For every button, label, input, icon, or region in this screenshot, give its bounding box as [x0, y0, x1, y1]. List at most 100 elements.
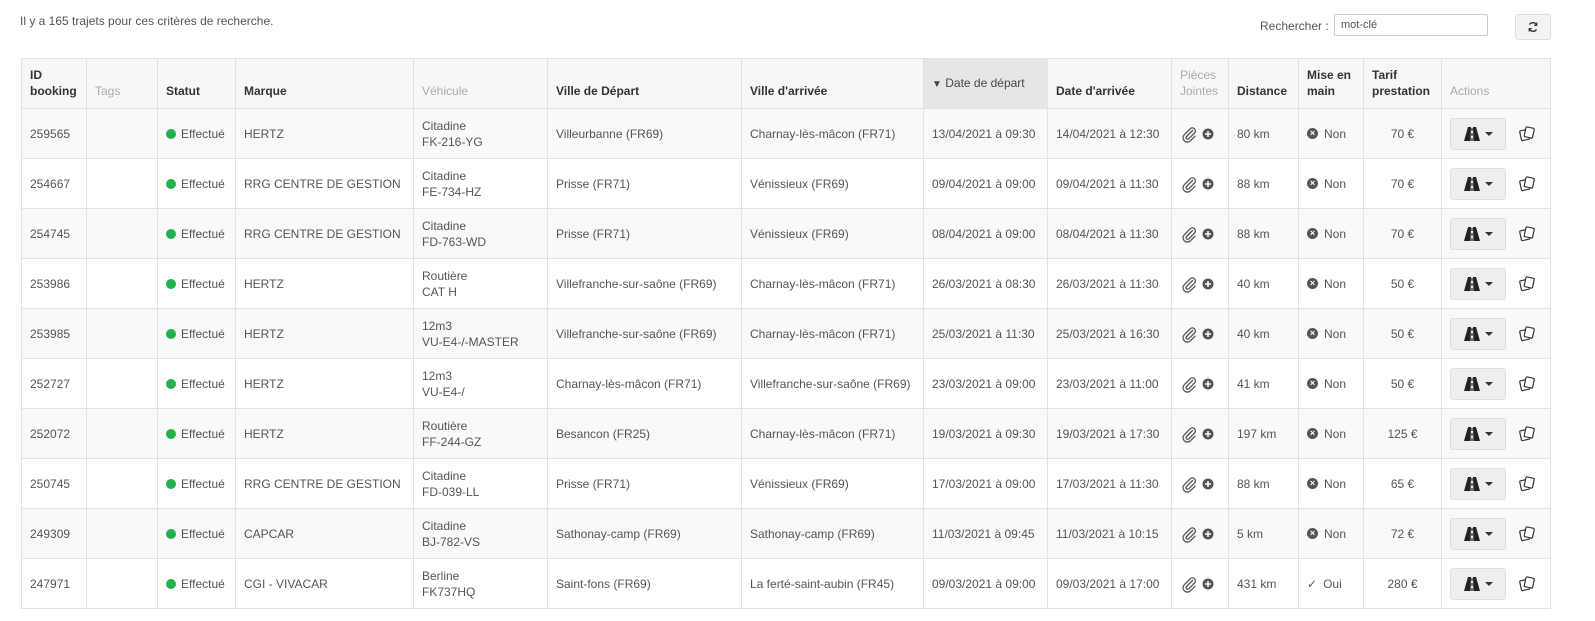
actions-dropdown-button[interactable] [1450, 317, 1506, 350]
paperclip-icon[interactable] [1180, 125, 1198, 143]
actions-dropdown-button[interactable] [1450, 367, 1506, 400]
table-row[interactable]: 254667 Effectué RRG CENTRE DE GESTION Ci… [21, 158, 1551, 209]
col-header-arrival-date[interactable]: Date d'arrivée [1047, 58, 1172, 109]
copy-icon[interactable] [1518, 425, 1536, 443]
cell-actions [1441, 258, 1551, 309]
plus-circle-icon[interactable] [1202, 328, 1214, 340]
cell-vehicle: Routière FF-244-GZ [413, 408, 548, 459]
plus-circle-icon[interactable] [1202, 278, 1214, 290]
col-header-status[interactable]: Statut [157, 58, 236, 109]
paperclip-icon[interactable] [1180, 575, 1198, 593]
cell-actions [1441, 458, 1551, 509]
x-circle-icon: × [1307, 428, 1318, 439]
table-row[interactable]: 249309 Effectué CAPCAR Citadine BJ-782-V… [21, 508, 1551, 559]
table-row[interactable]: 247971 Effectué CGI - VIVACAR Berline FK… [21, 558, 1551, 609]
status-label: Effectué [181, 426, 225, 441]
copy-icon[interactable] [1518, 525, 1536, 543]
cell-arrival-date: 14/04/2021 à 12:30 [1047, 108, 1172, 159]
cell-actions [1441, 208, 1551, 259]
col-header-brand[interactable]: Marque [235, 58, 414, 109]
actions-dropdown-button[interactable] [1450, 567, 1506, 600]
cell-price: 70 € [1363, 108, 1442, 159]
cell-tags [86, 208, 158, 259]
col-header-id[interactable]: ID booking [21, 58, 87, 109]
actions-dropdown-button[interactable] [1450, 267, 1506, 300]
cell-distance: 80 km [1228, 108, 1299, 159]
copy-icon[interactable] [1518, 275, 1536, 293]
search-input[interactable] [1334, 14, 1488, 36]
cell-status: Effectué [157, 358, 236, 409]
col-header-distance[interactable]: Distance [1228, 58, 1299, 109]
paperclip-icon[interactable] [1180, 275, 1198, 293]
copy-icon[interactable] [1518, 125, 1536, 143]
vehicle-type: Citadine [422, 518, 467, 533]
copy-icon[interactable] [1518, 325, 1536, 343]
plus-circle-icon[interactable] [1202, 428, 1214, 440]
cell-departure-city: Sathonay-camp (FR69) [547, 508, 742, 559]
cell-departure-date: 08/04/2021 à 09:00 [923, 208, 1048, 259]
plus-circle-icon[interactable] [1202, 228, 1214, 240]
status-dot-icon [166, 128, 176, 139]
paperclip-icon[interactable] [1180, 425, 1198, 443]
actions-dropdown-button[interactable] [1450, 517, 1506, 550]
paperclip-icon[interactable] [1180, 375, 1198, 393]
cell-price: 65 € [1363, 458, 1442, 509]
table-row[interactable]: 259565 Effectué HERTZ Citadine FK-216-YG… [21, 108, 1551, 159]
plus-circle-icon[interactable] [1202, 128, 1214, 140]
cell-status: Effectué [157, 408, 236, 459]
actions-dropdown-button[interactable] [1450, 417, 1506, 450]
cell-vehicle: Berline FK737HQ [413, 558, 548, 609]
cell-id: 254745 [21, 208, 87, 259]
cell-departure-date: 17/03/2021 à 09:00 [923, 458, 1048, 509]
col-header-departure-date[interactable]: ▼ Date de départ [923, 58, 1048, 109]
copy-icon[interactable] [1518, 475, 1536, 493]
plus-circle-icon[interactable] [1202, 378, 1214, 390]
paperclip-icon[interactable] [1180, 325, 1198, 343]
actions-dropdown-button[interactable] [1450, 167, 1506, 200]
actions-dropdown-button[interactable] [1450, 467, 1506, 500]
actions-dropdown-button[interactable] [1450, 217, 1506, 250]
cell-departure-city: Prisse (FR71) [547, 158, 742, 209]
cell-attachments [1171, 108, 1229, 159]
status-label: Effectué [181, 376, 225, 391]
table-row[interactable]: 253985 Effectué HERTZ 12m3 VU-E4-/-MASTE… [21, 308, 1551, 359]
copy-icon[interactable] [1518, 575, 1536, 593]
actions-dropdown-button[interactable] [1450, 117, 1506, 150]
refresh-button[interactable] [1515, 14, 1551, 40]
col-header-departure-city[interactable]: Ville de Départ [547, 58, 742, 109]
plus-circle-icon[interactable] [1202, 528, 1214, 540]
col-header-price[interactable]: Tarif prestation [1363, 58, 1442, 109]
paperclip-icon[interactable] [1180, 175, 1198, 193]
cell-brand: HERTZ [235, 258, 414, 309]
table-row[interactable]: 252072 Effectué HERTZ Routière FF-244-GZ… [21, 408, 1551, 459]
plus-circle-icon[interactable] [1202, 178, 1214, 190]
plus-circle-icon[interactable] [1202, 478, 1214, 490]
table-row[interactable]: 254745 Effectué RRG CENTRE DE GESTION Ci… [21, 208, 1551, 259]
cell-attachments [1171, 408, 1229, 459]
cell-status: Effectué [157, 308, 236, 359]
paperclip-icon[interactable] [1180, 525, 1198, 543]
road-icon [1464, 576, 1480, 591]
cell-attachments [1171, 508, 1229, 559]
cell-arrival-city: Vénissieux (FR69) [741, 158, 924, 209]
col-header-actions: Actions [1441, 58, 1551, 109]
cell-distance: 431 km [1228, 558, 1299, 609]
col-header-handover[interactable]: Mise en main [1298, 58, 1364, 109]
cell-arrival-city: Sathonay-camp (FR69) [741, 508, 924, 559]
status-label: Effectué [181, 276, 225, 291]
cell-price: 70 € [1363, 208, 1442, 259]
copy-icon[interactable] [1518, 375, 1536, 393]
table-row[interactable]: 250745 Effectué RRG CENTRE DE GESTION Ci… [21, 458, 1551, 509]
paperclip-icon[interactable] [1180, 225, 1198, 243]
table-row[interactable]: 253986 Effectué HERTZ Routière CAT H Vil… [21, 258, 1551, 309]
plus-circle-icon[interactable] [1202, 578, 1214, 590]
col-header-arrival-city[interactable]: Ville d'arrivée [741, 58, 924, 109]
status-label: Effectué [181, 126, 225, 141]
chevron-down-icon [1485, 281, 1493, 286]
cell-arrival-city: La ferté-saint-aubin (FR45) [741, 558, 924, 609]
copy-icon[interactable] [1518, 225, 1536, 243]
cell-actions [1441, 508, 1551, 559]
paperclip-icon[interactable] [1180, 475, 1198, 493]
copy-icon[interactable] [1518, 175, 1536, 193]
table-row[interactable]: 252727 Effectué HERTZ 12m3 VU-E4-/ Charn… [21, 358, 1551, 409]
